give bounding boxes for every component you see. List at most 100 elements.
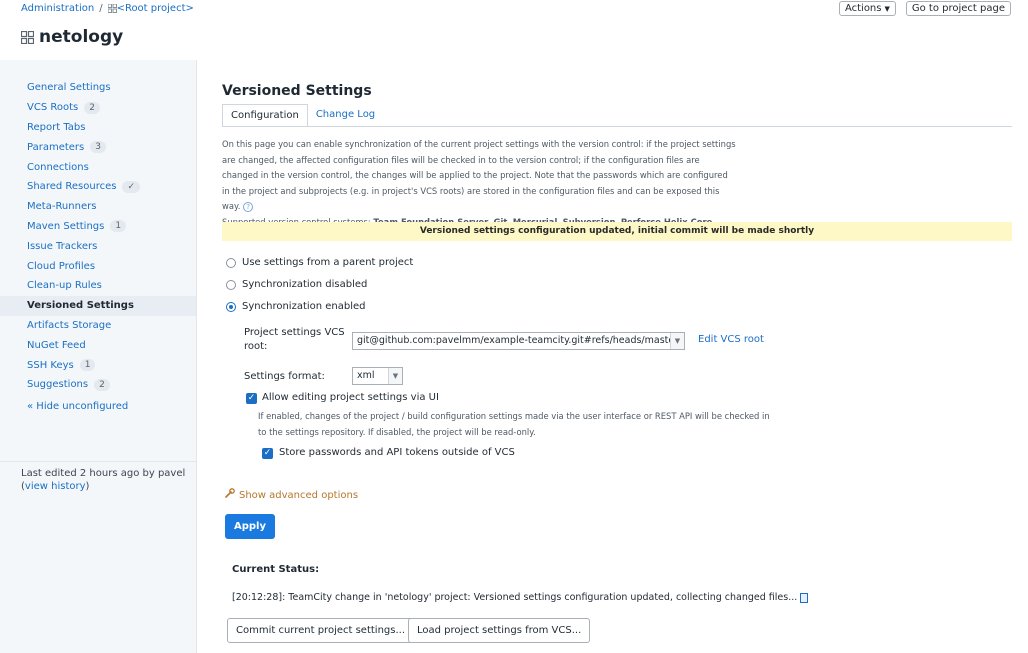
count-badge: 1 — [110, 220, 127, 233]
radio-button[interactable] — [226, 279, 236, 290]
sidebar-item-label: General Settings — [27, 82, 111, 94]
advanced-options-label: Show advanced options — [239, 490, 359, 501]
allow-editing-checkbox[interactable]: ✓ — [246, 393, 257, 404]
sidebar-item-maven-settings[interactable]: Maven Settings 1 — [0, 217, 196, 237]
sidebar-item-label: VCS Roots — [27, 102, 79, 114]
sidebar-item-issue-trackers[interactable]: Issue Trackers — [0, 236, 196, 256]
apply-button[interactable]: Apply — [225, 514, 275, 539]
count-badge: 1 — [79, 359, 96, 372]
edit-vcs-root-link[interactable]: Edit VCS root — [698, 333, 764, 347]
sidebar: General Settings VCS Roots 2 Report Tabs … — [0, 60, 197, 653]
description: On this page you can enable synchronizat… — [222, 137, 737, 230]
sidebar-item-label: NuGet Feed — [27, 339, 86, 351]
chevron-down-icon: ▼ — [670, 333, 684, 349]
allow-editing-label: Allow editing project settings via UI — [262, 392, 439, 403]
sidebar-item-label: Meta-Runners — [27, 201, 97, 213]
last-edited-text: Last edited 2 hours ago by pavel — [21, 468, 186, 479]
description-text: On this page you can enable synchronizat… — [222, 139, 736, 211]
sidebar-item-report-tabs[interactable]: Report Tabs — [0, 118, 196, 138]
status-message: [20:12:28]: TeamCity change in 'netology… — [232, 592, 809, 603]
sidebar-item-label: Suggestions — [27, 379, 89, 391]
wrench-icon — [225, 488, 235, 498]
actions-button[interactable]: Actions ▼ — [838, 1, 896, 16]
document-icon[interactable] — [800, 592, 809, 603]
radio-sync-disabled[interactable]: Synchronization disabled — [226, 279, 367, 290]
sidebar-item-parameters[interactable]: Parameters 3 — [0, 137, 196, 157]
sidebar-item-label: Versioned Settings — [27, 300, 134, 312]
breadcrumb-root-project-link[interactable]: <Root project> — [117, 3, 194, 14]
commit-settings-button[interactable]: Commit current project settings... — [227, 618, 415, 643]
chevron-down-icon: ▼ — [884, 5, 890, 13]
radio-label: Use settings from a parent project — [242, 257, 414, 268]
allow-editing-description: If enabled, changes of the project / bui… — [258, 411, 770, 437]
radio-use-parent-settings[interactable]: Use settings from a parent project — [226, 257, 413, 268]
sidebar-item-label: Maven Settings — [27, 220, 105, 232]
chevron-down-icon: ▼ — [388, 368, 402, 384]
radio-label: Synchronization enabled — [242, 301, 366, 312]
show-advanced-options-link[interactable]: Show advanced options — [225, 488, 358, 501]
sidebar-item-label: Report Tabs — [27, 121, 86, 133]
load-settings-button[interactable]: Load project settings from VCS... — [408, 618, 591, 643]
tab-change-log[interactable]: Change Log — [308, 104, 383, 127]
top-buttons: Actions ▼ Go to project page — [838, 1, 1011, 16]
sidebar-item-label: Issue Trackers — [27, 240, 98, 252]
radio-label: Synchronization disabled — [242, 279, 368, 290]
project-grid-icon — [21, 30, 34, 44]
sidebar-item-connections[interactable]: Connections — [0, 157, 196, 177]
hide-unconfigured-link[interactable]: « Hide unconfigured — [0, 401, 196, 412]
sidebar-divider — [0, 461, 196, 462]
sidebar-item-label: Clean-up Rules — [27, 280, 102, 292]
sidebar-item-ssh-keys[interactable]: SSH Keys 1 — [0, 355, 196, 375]
sidebar-item-artifacts-storage[interactable]: Artifacts Storage — [0, 316, 196, 336]
page-title: netology — [21, 27, 123, 47]
go-to-project-page-button[interactable]: Go to project page — [905, 1, 1011, 16]
sidebar-item-suggestions[interactable]: Suggestions 2 — [0, 375, 196, 395]
sidebar-item-label: Parameters — [27, 141, 85, 153]
sidebar-item-label: SSH Keys — [27, 359, 74, 371]
vcs-root-label: Project settings VCS root: — [244, 327, 345, 352]
help-icon[interactable]: ? — [243, 201, 254, 212]
grid-icon — [107, 3, 117, 13]
tab-configuration[interactable]: Configuration — [222, 104, 308, 127]
sidebar-item-clean-up-rules[interactable]: Clean-up Rules — [0, 276, 196, 296]
sidebar-item-meta-runners[interactable]: Meta-Runners — [0, 197, 196, 217]
status-text: [20:12:28]: TeamCity change in 'netology… — [232, 592, 798, 603]
vcs-root-select[interactable]: git@github.com:pavelmm/example-teamcity.… — [352, 332, 685, 350]
tabs: Configuration Change Log — [222, 104, 383, 127]
section-title: Versioned Settings — [222, 83, 372, 99]
settings-format-value: xml — [357, 370, 375, 381]
checkmark-badge: ✓ — [122, 180, 140, 193]
sidebar-item-versioned-settings[interactable]: Versioned Settings — [0, 295, 196, 316]
sidebar-item-label: Cloud Profiles — [27, 260, 96, 272]
sidebar-item-general-settings[interactable]: General Settings — [0, 78, 196, 98]
vcs-root-value: git@github.com:pavelmm/example-teamcity.… — [357, 335, 679, 346]
breadcrumb: Administration / <Root project> — [21, 3, 194, 14]
count-badge: 3 — [90, 141, 106, 154]
status-banner: Versioned settings configuration updated… — [222, 222, 1012, 241]
view-history-link[interactable]: view history — [25, 481, 86, 492]
count-badge: 2 — [84, 101, 100, 114]
count-badge: 2 — [94, 378, 110, 391]
breadcrumb-separator: / — [99, 3, 103, 14]
radio-button[interactable] — [226, 257, 236, 268]
sidebar-item-shared-resources[interactable]: Shared Resources ✓ — [0, 177, 196, 197]
breadcrumb-administration-link[interactable]: Administration — [21, 3, 94, 14]
radio-button-checked[interactable] — [226, 301, 236, 312]
sidebar-item-cloud-profiles[interactable]: Cloud Profiles — [0, 256, 196, 276]
project-name: netology — [39, 27, 124, 47]
store-passwords-checkbox[interactable]: ✓ — [262, 448, 273, 459]
tab-divider — [222, 126, 1012, 127]
sidebar-item-label: Shared Resources — [27, 181, 117, 193]
sidebar-nav: General Settings VCS Roots 2 Report Tabs … — [0, 60, 196, 395]
actions-label: Actions — [844, 3, 882, 14]
settings-format-select[interactable]: xml ▼ — [352, 367, 403, 385]
sidebar-item-nuget-feed[interactable]: NuGet Feed — [0, 335, 196, 355]
sidebar-item-label: Artifacts Storage — [27, 319, 112, 331]
last-edited-info: Last edited 2 hours ago by pavel (view h… — [21, 467, 185, 493]
settings-format-label: Settings format: — [244, 371, 325, 382]
paren-close: ) — [85, 481, 90, 492]
current-status-label: Current Status: — [232, 564, 320, 575]
radio-sync-enabled[interactable]: Synchronization enabled — [226, 301, 366, 312]
sidebar-item-label: Connections — [27, 161, 89, 173]
sidebar-item-vcs-roots[interactable]: VCS Roots 2 — [0, 98, 196, 118]
